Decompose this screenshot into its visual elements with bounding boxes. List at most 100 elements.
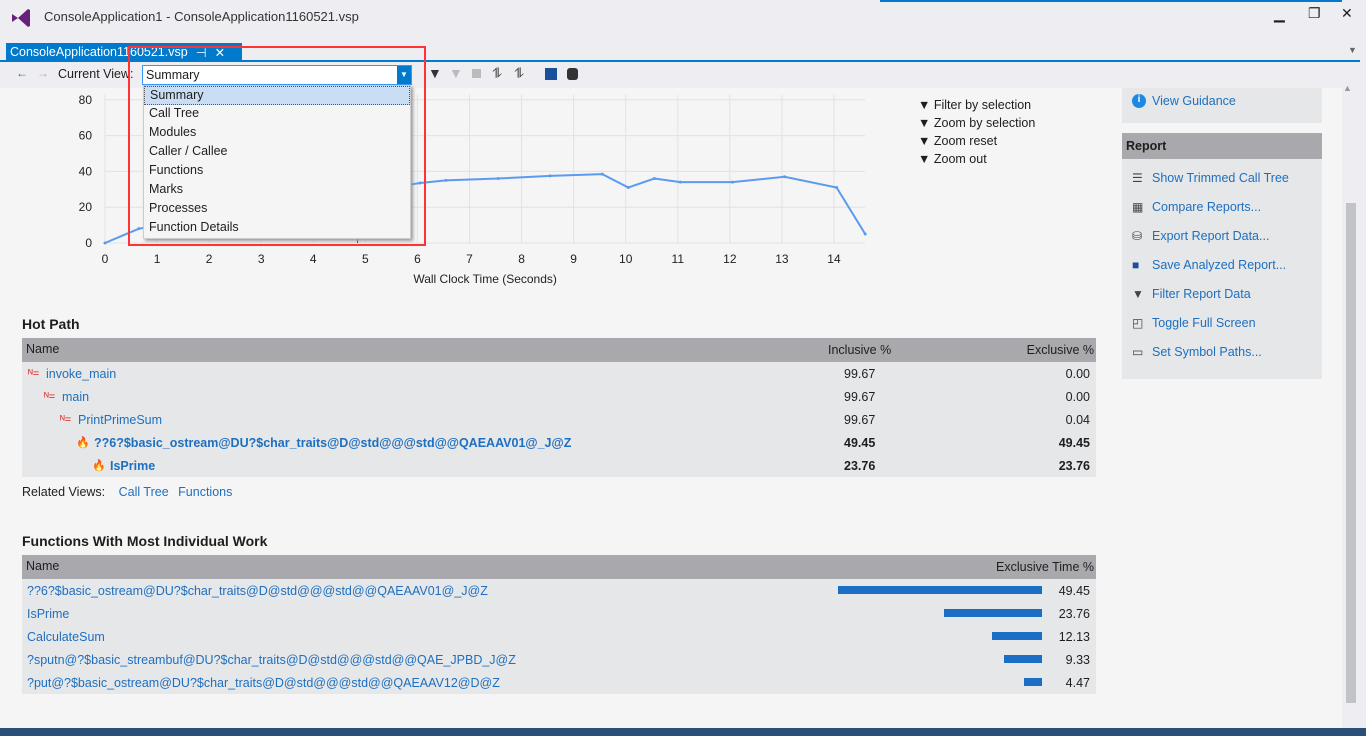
restore-button[interactable]: ❐ [1308, 5, 1321, 22]
report-action[interactable]: ◰ Toggle Full Screen [1122, 308, 1322, 337]
save-icon: ■ [1132, 257, 1140, 272]
column-exclusive-time[interactable]: Exclusive Time % [996, 560, 1094, 574]
report-action-label: Compare Reports... [1152, 199, 1262, 214]
report-action[interactable]: ☰ Show Trimmed Call Tree [1122, 163, 1322, 192]
x-tick-label: 13 [775, 252, 789, 266]
zoom-by-selection[interactable]: ▼ Zoom by selection [918, 114, 1035, 132]
zoom-out[interactable]: ▼ Zoom out [918, 150, 1035, 168]
table-row[interactable]: IsPrime 23.76 [22, 602, 1096, 625]
function-name-link[interactable]: IsPrime [110, 459, 155, 473]
reset-filter-icon[interactable]: ⥮ [514, 65, 524, 82]
view-guidance-link[interactable]: i View Guidance [1122, 88, 1322, 114]
table-row[interactable]: ?sputn@?$basic_streambuf@DU?$char_traits… [22, 648, 1096, 671]
compare-reports-icon: ▦ [1132, 199, 1144, 214]
filter-icon: ▼ [1132, 286, 1144, 301]
report-action[interactable]: ▦ Compare Reports... [1122, 192, 1322, 221]
function-name-link[interactable]: ??6?$basic_ostream@DU?$char_traits@D@std… [94, 436, 571, 450]
related-functions-link[interactable]: Functions [178, 485, 232, 499]
table-row[interactable]: 🔥 IsPrime 23.76 23.76 [22, 454, 1096, 477]
data-point [103, 241, 107, 245]
hot-flame-icon: 🔥 [76, 437, 90, 449]
data-point [678, 180, 682, 184]
hot-path-icon: ᴺ= [60, 413, 72, 426]
full-screen-icon: ◰ [1132, 315, 1144, 330]
function-name-link[interactable]: IsPrime [27, 607, 69, 621]
x-tick-label: 9 [570, 252, 577, 266]
export-data-icon: ⛁ [1132, 228, 1143, 243]
table-row[interactable]: ??6?$basic_ostream@DU?$char_traits@D@std… [22, 579, 1096, 602]
save-icon[interactable] [545, 68, 557, 80]
view-guidance-label: View Guidance [1152, 94, 1236, 108]
function-name-link[interactable]: invoke_main [46, 367, 116, 381]
x-tick-label: 7 [466, 252, 473, 266]
related-call-tree-link[interactable]: Call Tree [119, 485, 169, 499]
filter-by-selection[interactable]: ▼ Filter by selection [918, 96, 1035, 114]
zoom-filter-icon[interactable]: ⥮ [492, 65, 502, 82]
functions-rows: ??6?$basic_ostream@DU?$char_traits@D@std… [22, 579, 1096, 694]
report-action[interactable]: ▭ Set Symbol Paths... [1122, 337, 1322, 366]
visual-studio-logo-icon [12, 9, 30, 27]
function-name-link[interactable]: ??6?$basic_ostream@DU?$char_traits@D@std… [27, 584, 488, 598]
hot-flame-icon: 🔥 [92, 460, 106, 472]
data-point [600, 172, 604, 176]
data-point [652, 177, 656, 181]
function-name-link[interactable]: ?sputn@?$basic_streambuf@DU?$char_traits… [27, 653, 516, 667]
table-row[interactable]: ᴺ= main 99.67 0.00 [22, 385, 1096, 408]
function-name-link[interactable]: CalculateSum [27, 630, 105, 644]
table-row[interactable]: 🔥 ??6?$basic_ostream@DU?$char_traits@D@st… [22, 431, 1096, 454]
back-button[interactable]: ← [16, 66, 28, 80]
column-name[interactable]: Name [26, 559, 59, 573]
report-action[interactable]: ▼ Filter Report Data [1122, 279, 1322, 308]
table-row[interactable]: CalculateSum 12.13 [22, 625, 1096, 648]
filter-icon: ▼ [918, 98, 934, 112]
stop-icon[interactable] [472, 69, 481, 78]
inclusive-value: 49.45 [844, 435, 876, 450]
x-tick-label: 11 [672, 252, 685, 266]
related-views: Related Views: Call Tree Functions [22, 485, 232, 499]
exclusive-time-bar [943, 609, 1042, 617]
column-name[interactable]: Name [26, 342, 59, 356]
report-action-label: Save Analyzed Report... [1152, 257, 1287, 272]
table-row[interactable]: ᴺ= invoke_main 99.67 0.00 [22, 362, 1096, 385]
function-name-link[interactable]: ?put@?$basic_ostream@DU?$char_traits@D@s… [27, 676, 500, 690]
close-button[interactable]: ✕ [1341, 5, 1353, 22]
search-bar-edge [880, 0, 1342, 2]
exclusive-value: 0.00 [1065, 389, 1090, 404]
minimize-button[interactable]: ▁ [1274, 6, 1285, 23]
report-action[interactable]: ⛁ Export Report Data... [1122, 221, 1322, 250]
table-row[interactable]: ᴺ= PrintPrimeSum 99.67 0.04 [22, 408, 1096, 431]
data-point [863, 232, 867, 236]
annotation-highlight [128, 46, 426, 246]
exclusive-time-value: 49.45 [1058, 583, 1090, 598]
forward-button[interactable]: → [37, 66, 49, 80]
y-tick-label: 40 [79, 164, 93, 178]
current-view-label: Current View: [58, 67, 134, 81]
zoom-reset[interactable]: ▼ Zoom reset [918, 132, 1035, 150]
filter-icon: ▼ [918, 116, 934, 130]
hot-path-table: Name Inclusive % Exclusive % ᴺ= invoke_ma… [22, 338, 1096, 477]
filter-icon[interactable]: ▼ [428, 65, 442, 81]
scroll-up-icon[interactable]: ▲ [1343, 83, 1352, 93]
filter-icon: ▼ [918, 152, 934, 166]
report-action-label: Filter Report Data [1152, 286, 1251, 301]
table-row[interactable]: ?put@?$basic_ostream@DU?$char_traits@D@s… [22, 671, 1096, 694]
inclusive-value: 99.67 [844, 366, 876, 381]
scrollbar-thumb[interactable] [1346, 203, 1356, 703]
table-header: Name Inclusive % Exclusive % [22, 338, 1096, 362]
export-icon[interactable] [567, 68, 578, 80]
data-point [783, 175, 787, 179]
exclusive-time-value: 23.76 [1058, 606, 1090, 621]
report-action[interactable]: ■ Save Analyzed Report... [1122, 250, 1322, 279]
data-point [626, 186, 630, 190]
hot-path-icon: ᴺ= [44, 390, 56, 403]
column-inclusive[interactable]: Inclusive % [828, 343, 891, 357]
tab-overflow-icon[interactable]: ▼ [1348, 45, 1357, 55]
x-tick-label: 5 [362, 252, 369, 266]
column-exclusive[interactable]: Exclusive % [1027, 343, 1094, 357]
function-name-link[interactable]: main [62, 390, 89, 404]
x-tick-label: 2 [206, 252, 213, 266]
x-tick-label: 4 [310, 252, 317, 266]
clear-filter-icon[interactable]: ▼ [449, 65, 463, 81]
filter-icon: ▼ [918, 134, 934, 148]
function-name-link[interactable]: PrintPrimeSum [78, 413, 162, 427]
